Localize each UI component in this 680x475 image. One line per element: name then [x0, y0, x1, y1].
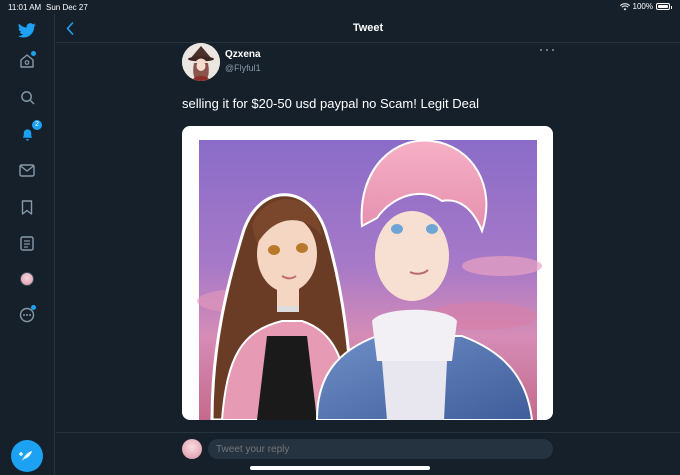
home-icon[interactable] — [17, 51, 37, 71]
more-new-dot — [31, 305, 36, 310]
profile-avatar-icon[interactable] — [17, 269, 37, 289]
author-name[interactable]: Qzxena — [225, 49, 261, 60]
tweet-image[interactable] — [182, 126, 553, 420]
list-icon[interactable] — [17, 233, 37, 253]
home-new-dot — [31, 51, 36, 56]
user-avatar — [182, 439, 202, 459]
bell-icon[interactable]: 2 — [17, 120, 42, 144]
top-header: Tweet — [56, 14, 680, 43]
status-date: Sun Dec 27 — [46, 3, 88, 12]
sidebar-nav: 2 — [0, 14, 55, 475]
tweet-text: selling it for $20-50 usd paypal no Scam… — [182, 96, 480, 111]
home-indicator[interactable] — [250, 466, 430, 470]
search-icon[interactable] — [17, 87, 37, 107]
page-title: Tweet — [352, 22, 384, 34]
status-time: 11:01 AM — [8, 3, 42, 12]
compose-button[interactable] — [11, 440, 43, 472]
bookmark-icon[interactable] — [17, 197, 37, 217]
status-bar: 11:01 AM Sun Dec 27 100% — [0, 0, 680, 14]
battery-icon — [656, 3, 672, 10]
status-right: 100% — [619, 2, 672, 11]
reply-input[interactable] — [208, 439, 553, 459]
battery-percent: 100% — [632, 2, 653, 11]
more-options-button[interactable] — [540, 46, 554, 54]
twitter-logo-icon[interactable] — [17, 20, 37, 40]
more-circle-icon[interactable] — [17, 305, 37, 325]
wifi-icon — [619, 2, 630, 10]
author-handle: @Flyful1 — [225, 63, 261, 73]
author-avatar[interactable] — [182, 43, 220, 81]
mail-icon[interactable] — [17, 160, 37, 180]
notification-badge: 2 — [32, 120, 42, 130]
compose-feather-icon — [19, 451, 32, 461]
